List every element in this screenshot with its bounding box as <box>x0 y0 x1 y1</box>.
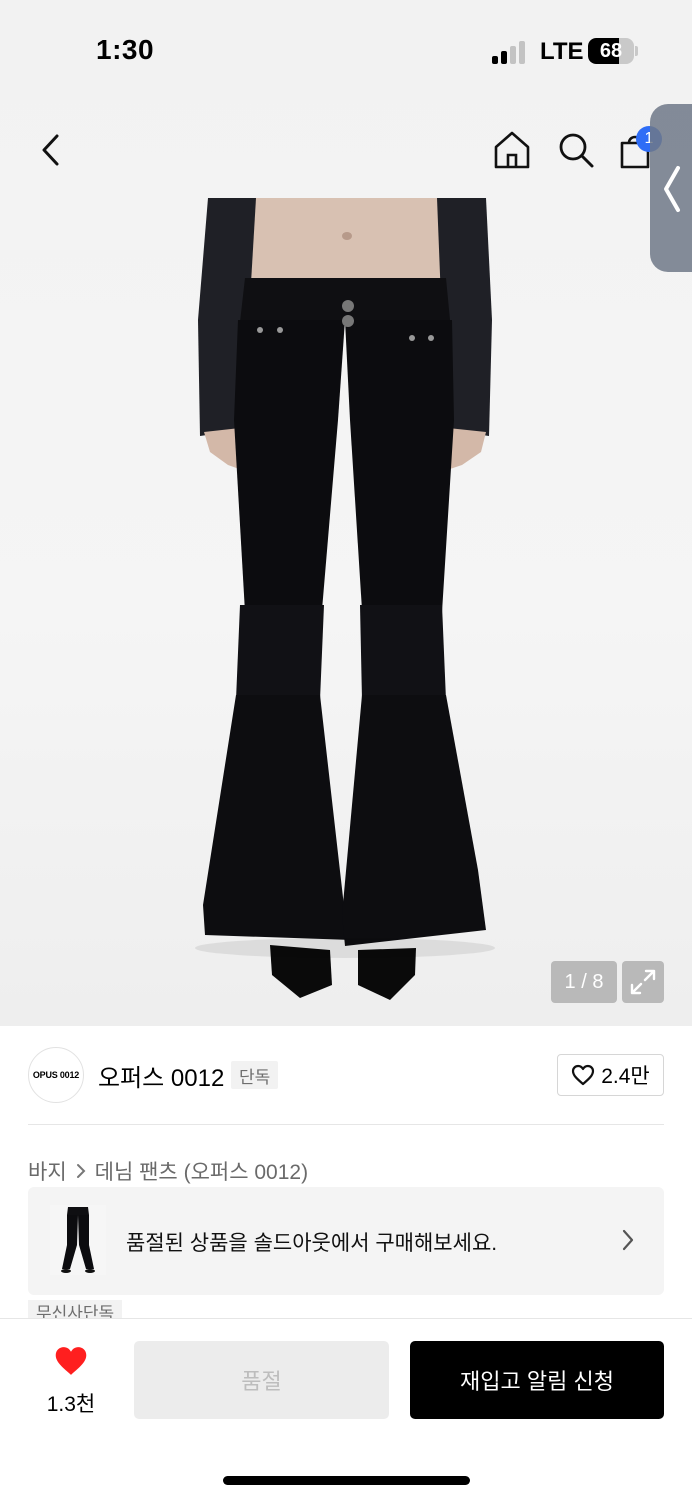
divider <box>28 1124 664 1125</box>
home-indicator[interactable] <box>223 1476 470 1485</box>
network-label: LTE <box>540 38 584 65</box>
battery-icon: 68 <box>588 38 634 64</box>
heart-outline-icon <box>572 1064 595 1086</box>
like-button[interactable]: 1.3천 <box>36 1345 106 1418</box>
brand-name[interactable]: 오퍼스 0012 <box>98 1058 224 1093</box>
home-icon <box>494 131 530 169</box>
exclusive-tag: 단독 <box>231 1061 279 1089</box>
status-bar: 1:30 LTE 68 <box>0 0 692 100</box>
breadcrumb-item-subcategory[interactable]: 데님 팬츠 (오퍼스 0012) <box>95 1156 308 1186</box>
breadcrumb-item-category[interactable]: 바지 <box>28 1156 67 1186</box>
battery-tip <box>635 46 638 56</box>
thumbnail-pants-image <box>50 1205 106 1275</box>
soldout-banner[interactable]: 품절된 상품을 솔드아웃에서 구매해보세요. <box>28 1187 664 1295</box>
soldout-button[interactable]: 품절 <box>134 1341 389 1419</box>
brand-like-count: 2.4만 <box>601 1065 650 1088</box>
brand-logo[interactable]: OPUS 0012 <box>28 1047 84 1103</box>
expand-icon <box>630 969 656 995</box>
back-button[interactable] <box>30 128 70 172</box>
soldout-thumbnail <box>50 1205 106 1275</box>
battery-level: 68 <box>599 40 623 62</box>
signal-icon <box>492 40 528 64</box>
search-button[interactable] <box>554 128 598 172</box>
soldout-banner-text: 품절된 상품을 솔드아웃에서 구매해보세요. <box>126 1232 498 1255</box>
restock-notify-button[interactable]: 재입고 알림 신청 <box>410 1341 664 1419</box>
bottom-action-bar: 1.3천 품절 재입고 알림 신청 <box>0 1318 692 1500</box>
heart-filled-icon <box>55 1347 87 1375</box>
breadcrumb-chevron-icon <box>76 1164 86 1178</box>
side-panel-handle[interactable] <box>650 104 692 272</box>
status-time: 1:30 <box>96 34 155 65</box>
chevron-right-icon <box>622 1229 634 1251</box>
image-counter: 1 / 8 <box>551 961 617 1003</box>
breadcrumb: 바지 데님 팬츠 (오퍼스 0012) <box>28 1156 308 1186</box>
expand-button[interactable] <box>622 961 664 1003</box>
chevron-left-icon <box>664 166 680 212</box>
brand-like-button[interactable]: 2.4만 <box>557 1054 664 1096</box>
search-icon <box>559 133 594 168</box>
back-icon <box>42 134 59 166</box>
home-button[interactable] <box>490 128 534 172</box>
like-count: 1.3천 <box>46 1393 96 1416</box>
